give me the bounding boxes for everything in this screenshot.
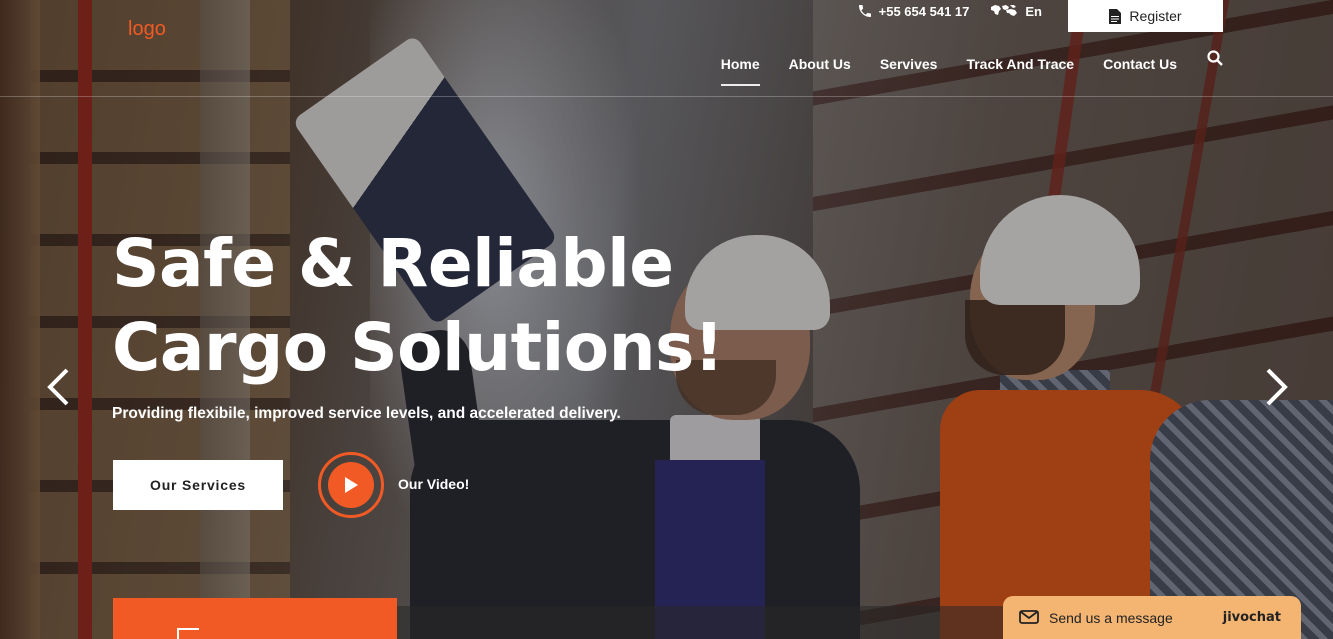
hero-subtitle: Providing flexibile, improved service le… <box>112 405 621 422</box>
play-icon <box>345 477 358 493</box>
search-icon[interactable] <box>1207 49 1223 71</box>
play-button-circle <box>328 462 374 508</box>
hero-title-line: Cargo Solutions! <box>112 309 724 386</box>
slider-next-button[interactable] <box>1257 366 1297 408</box>
top-bar: +55 654 541 17 En Register <box>857 0 1223 32</box>
chevron-right-icon <box>1266 368 1288 406</box>
hero-title-line: Safe & Reliable <box>112 225 674 302</box>
world-map-icon <box>991 5 1018 16</box>
feature-card <box>113 598 397 639</box>
chat-bubble-icon <box>1019 609 1039 624</box>
phone-number: +55 654 541 17 <box>878 3 970 19</box>
play-video-button[interactable] <box>318 452 384 518</box>
language-label: En <box>1025 3 1042 19</box>
chat-widget[interactable]: Send us a message jivochat <box>1003 596 1301 639</box>
nav-contact-us[interactable]: Contact Us <box>1103 56 1177 86</box>
nav-track-and-trace[interactable]: Track And Trace <box>966 56 1074 86</box>
document-icon <box>1109 8 1122 24</box>
chat-brand: jivochat <box>1222 610 1281 625</box>
our-services-button[interactable]: Our Services <box>113 460 283 510</box>
header-divider <box>0 96 1333 97</box>
feature-strip <box>397 606 1003 639</box>
register-label: Register <box>1129 8 1182 24</box>
site-logo[interactable]: logo <box>128 18 166 41</box>
language-selector[interactable]: En <box>989 3 1042 19</box>
feature-card-icon <box>177 628 199 639</box>
slider-prev-button[interactable] <box>38 366 78 408</box>
nav-home[interactable]: Home <box>720 56 760 86</box>
main-nav: Home About Us Servives Track And Trace C… <box>692 48 1223 86</box>
chat-message-label: Send us a message <box>1049 609 1173 626</box>
nav-about-us[interactable]: About Us <box>789 56 851 86</box>
nav-services[interactable]: Servives <box>880 56 938 86</box>
video-label[interactable]: Our Video! <box>398 476 469 492</box>
hero-title: Safe & Reliable Cargo Solutions! <box>112 222 724 390</box>
chevron-left-icon <box>47 368 69 406</box>
phone-icon <box>858 5 871 17</box>
phone-contact[interactable]: +55 654 541 17 <box>857 3 970 19</box>
register-button[interactable]: Register <box>1068 0 1223 32</box>
